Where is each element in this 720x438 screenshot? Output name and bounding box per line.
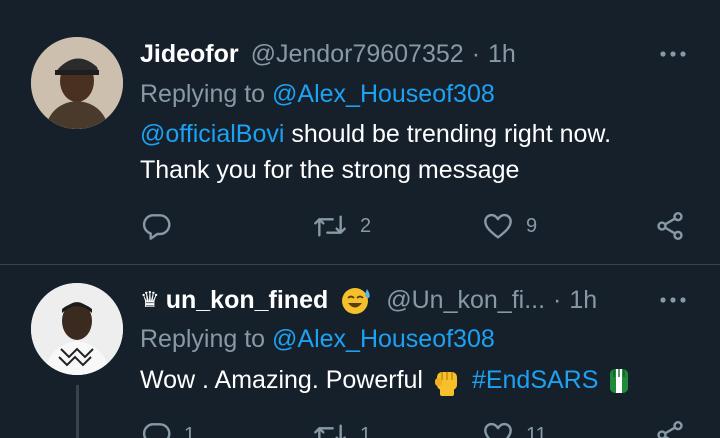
retweet-count: 2 (360, 214, 372, 237)
tweet[interactable]: Jideofor @Jendor79607352 · 1h Replying t… (0, 0, 720, 264)
more-options-button[interactable] (658, 37, 688, 71)
heart-icon (484, 213, 512, 239)
tweet-text: @officialBovi should be trending right n… (140, 116, 611, 188)
like-button[interactable]: 11 (482, 415, 547, 438)
timestamp[interactable]: 1h (569, 286, 597, 315)
like-count: 11 (526, 423, 547, 438)
more-horizontal-icon (660, 51, 686, 57)
user-handle[interactable]: @Jendor79607352 (251, 40, 464, 69)
retweet-icon (314, 424, 346, 438)
tweet-text-line1: Wow . Amazing. Powerful (140, 366, 430, 394)
timestamp[interactable]: 1h (488, 40, 516, 69)
raised-fist-emoji (430, 363, 464, 397)
retweet-icon (314, 215, 346, 237)
avatar[interactable] (31, 37, 123, 129)
retweet-button[interactable]: 1 (312, 415, 371, 438)
like-count: 9 (526, 214, 538, 237)
share-icon (657, 212, 683, 240)
tweet-actions: 1 1 11 (140, 415, 690, 438)
separator-dot: · (553, 285, 562, 314)
tweet[interactable]: ♛ un_kon_fined @Un_kon_fi... · 1h Replyi… (0, 264, 720, 438)
sweat-smile-emoji (338, 285, 374, 315)
retweet-count: 1 (360, 423, 372, 438)
reply-count: 1 (184, 423, 196, 438)
tweet-actions: 2 9 (140, 206, 690, 246)
reply-button[interactable] (140, 206, 184, 246)
replying-to-link[interactable]: @Alex_Houseof308 (272, 80, 495, 108)
reply-button[interactable]: 1 (140, 415, 195, 438)
avatar[interactable] (31, 283, 123, 375)
tweet-text-line1: should be trending right now. (284, 120, 612, 148)
replying-to-label: Replying to (140, 325, 273, 353)
separator-dot: · (471, 39, 481, 68)
mention-link[interactable]: @officialBovi (140, 120, 284, 148)
crown-icon: ♛ (140, 287, 160, 312)
replying-to-label: Replying to (140, 80, 273, 108)
replying-to: Replying to @Alex_Houseof308 (140, 325, 495, 354)
display-name[interactable]: un_kon_fined (166, 286, 329, 315)
tweet-header: ♛ un_kon_fined @Un_kon_fi... · 1h (140, 283, 597, 317)
share-button[interactable] (654, 415, 686, 438)
user-handle[interactable]: @Un_kon_fi... (386, 286, 545, 315)
avatar-photo (31, 37, 123, 129)
reply-icon (142, 214, 171, 240)
share-icon (657, 421, 683, 438)
thread-line (76, 385, 79, 438)
reply-icon (142, 423, 171, 438)
display-name[interactable]: Jideofor (140, 40, 239, 69)
replying-to-link[interactable]: @Alex_Houseof308 (272, 325, 495, 353)
tweet-header: Jideofor @Jendor79607352 · 1h (140, 37, 516, 71)
like-button[interactable]: 9 (482, 206, 537, 246)
replying-to: Replying to @Alex_Houseof308 (140, 80, 495, 109)
hashtag-link[interactable]: #EndSARS (472, 362, 598, 398)
more-horizontal-icon (660, 297, 686, 303)
avatar-photo (31, 283, 123, 375)
tweet-text: Wow . Amazing. Powerful #EndSARS (140, 362, 634, 398)
heart-icon (484, 422, 512, 438)
nigeria-fist-emoji (604, 363, 634, 397)
more-options-button[interactable] (658, 283, 688, 317)
tweet-text-line2: Thank you for the strong message (140, 156, 520, 184)
share-button[interactable] (654, 206, 686, 246)
retweet-button[interactable]: 2 (312, 206, 371, 246)
